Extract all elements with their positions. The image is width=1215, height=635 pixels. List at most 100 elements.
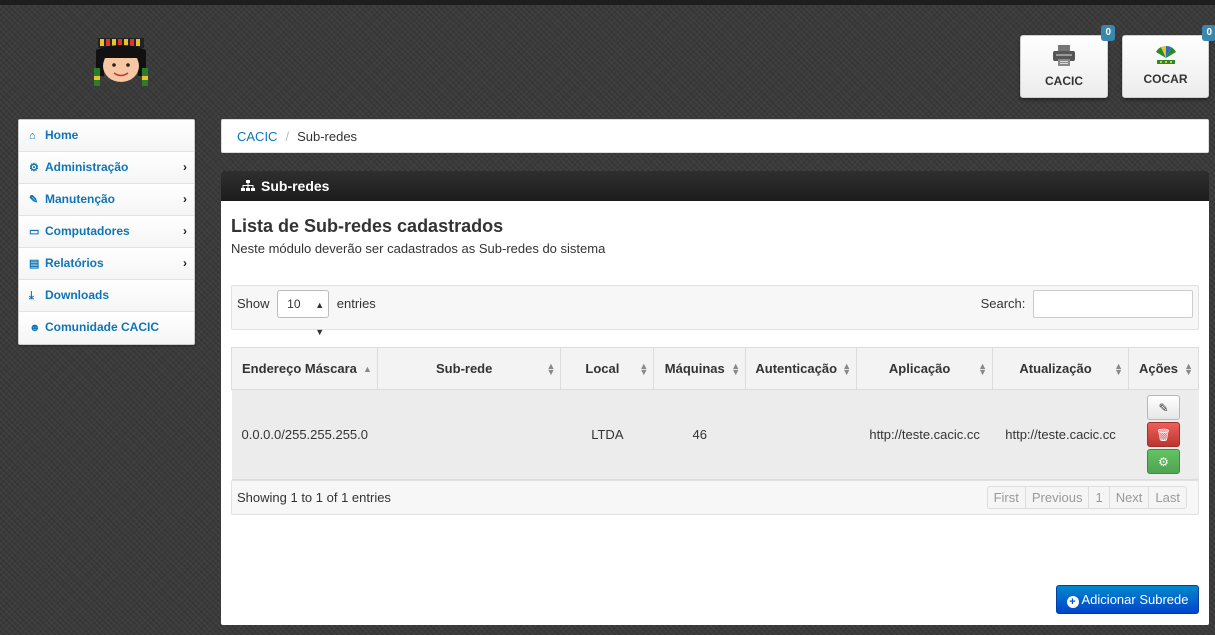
sidebar-item-label: Home — [45, 128, 79, 142]
chevron-right-icon: › — [183, 160, 187, 174]
sidebar-item-comunidade[interactable]: ☻ Comunidade CACIC — [19, 312, 194, 344]
column-header-label: Sub-rede — [436, 360, 493, 376]
home-icon: ⌂ — [29, 130, 36, 142]
trash-icon: 🗑 — [1155, 428, 1172, 442]
column-header-label: Atualização — [1019, 360, 1092, 376]
column-header-label: Autenticação — [755, 360, 838, 376]
table-header-row: Endereço Máscara ▲ Sub-rede ▲ ▼ Local ▲ ▼ Máq… — [231, 347, 1200, 390]
edit-button[interactable]: ✎ — [1146, 395, 1180, 420]
sidebar-item-label: Manutenção — [45, 192, 116, 206]
cacic-tile-button[interactable]: 0 CACIC — [1020, 25, 1115, 98]
entries-length-control: Show 10 ▲ ▼ entries — [237, 290, 376, 337]
cell-endereco-mascara: 0.0.0.0/255.255.255.0 — [231, 389, 378, 480]
length-label-before: Show — [237, 296, 270, 311]
pagination-page-1[interactable]: 1 — [1089, 486, 1110, 509]
entries-per-page-select[interactable]: 10 ▲ ▼ — [277, 290, 330, 337]
length-label-after: entries — [336, 296, 376, 311]
cocar-logo-icon — [1155, 45, 1176, 64]
datatable-toolbar: Show 10 ▲ ▼ entries Search: — [231, 285, 1199, 337]
column-header-label: Local — [585, 360, 620, 376]
pagination-previous[interactable]: Previous — [1025, 486, 1090, 509]
sidebar-item-downloads[interactable]: ⤓ Downloads — [19, 280, 194, 312]
download-icon: ⤓ — [29, 290, 34, 302]
sidebar-item-label: Comunidade CACIC — [45, 320, 159, 334]
cocar-tile-button[interactable]: 0 COCAR — [1122, 25, 1215, 98]
main-panel: Sub-redes Lista de Sub-redes cadastrados… — [221, 171, 1209, 625]
datatable-footer: Showing 1 to 1 of 1 entries First Previo… — [231, 480, 1199, 515]
sidebar-item-relatorios[interactable]: ▤ Relatórios › — [19, 248, 194, 280]
column-header-label: Ações — [1138, 360, 1178, 376]
desktop-icon: ▭ — [29, 226, 40, 238]
entries-per-page-value: 10 — [287, 297, 301, 311]
table-row: 0.0.0.0/255.255.255.0 LTDA 46 http://tes… — [231, 389, 1199, 480]
search-label: Search: — [980, 296, 1026, 311]
breadcrumb-separator: / — [285, 129, 290, 144]
sort-both-icon: ▲ ▼ — [978, 360, 988, 377]
column-header-maquinas[interactable]: Máquinas ▲ ▼ — [653, 347, 747, 390]
cell-autenticacao — [745, 389, 857, 480]
sidebar-item-label: Relatórios — [45, 256, 104, 270]
column-header-label: Aplicação — [888, 360, 951, 376]
book-icon: ▤ — [29, 258, 40, 270]
delete-button[interactable]: 🗑 — [1146, 422, 1180, 447]
sidebar-item-administracao[interactable]: ⚙ Administração › — [19, 152, 194, 184]
subnets-table: Endereço Máscara ▲ Sub-rede ▲ ▼ Local ▲ ▼ Máq… — [231, 347, 1200, 480]
plus-circle-icon: + — [1066, 596, 1079, 608]
breadcrumb-current: Sub-redes — [297, 129, 358, 144]
pagination-next[interactable]: Next — [1109, 486, 1150, 509]
column-header-local[interactable]: Local ▲ ▼ — [560, 347, 655, 390]
column-header-label: Endereço Máscara — [242, 360, 357, 376]
pagination-last[interactable]: Last — [1149, 486, 1187, 509]
gears-icon: ⚙ — [29, 162, 39, 174]
page-title: Lista de Sub-redes cadastrados — [231, 216, 504, 236]
page-description: Neste módulo deverão ser cadastrados as … — [231, 241, 606, 256]
sidebar-item-label: Computadores — [45, 224, 130, 238]
cell-sub-rede — [377, 389, 561, 480]
edit-icon: ✎ — [1158, 401, 1169, 415]
cell-aplicacao: http://teste.cacic.cc — [856, 389, 993, 480]
chevron-right-icon: › — [183, 192, 187, 206]
sort-both-icon: ▲ ▼ — [639, 360, 649, 377]
settings-button[interactable]: ⚙ — [1146, 449, 1180, 474]
pagination-first[interactable]: First — [986, 486, 1026, 509]
column-header-endereco-mascara[interactable]: Endereço Máscara ▲ — [231, 347, 378, 390]
add-subnet-label: Adicionar Subrede — [1081, 592, 1189, 607]
column-header-label: Máquinas — [664, 360, 725, 376]
cocar-tile-label: COCAR — [1143, 72, 1188, 86]
column-header-acoes[interactable]: Ações ▲ ▼ — [1127, 347, 1200, 390]
column-header-aplicacao[interactable]: Aplicação ▲ ▼ — [856, 347, 994, 390]
search-input[interactable] — [1033, 290, 1193, 318]
sitemap-icon — [241, 180, 255, 191]
sidebar-item-label: Administração — [45, 160, 129, 174]
breadcrumb-link-cacic[interactable]: CACIC — [237, 129, 277, 144]
cell-local: LTDA — [560, 389, 654, 480]
column-header-sub-rede[interactable]: Sub-rede ▲ ▼ — [376, 347, 562, 390]
top-bar — [0, 0, 1215, 5]
add-subnet-button[interactable]: + Adicionar Subrede — [1056, 585, 1199, 614]
breadcrumb: CACIC / Sub-redes — [221, 119, 1209, 153]
wrench-icon: ✎ — [29, 194, 39, 206]
cell-maquinas: 46 — [653, 389, 746, 480]
search-control: Search: — [981, 290, 1193, 318]
table-info: Showing 1 to 1 of 1 entries — [237, 490, 391, 505]
sidebar-item-computadores[interactable]: ▭ Computadores › — [19, 216, 194, 248]
sidebar-item-home[interactable]: ⌂ Home — [19, 120, 194, 152]
chevron-right-icon: › — [183, 256, 187, 270]
sort-both-icon: ▲ ▼ — [1184, 360, 1193, 377]
sort-both-icon: ▲ ▼ — [731, 360, 741, 377]
users-icon: ☻ — [29, 322, 41, 334]
sort-both-icon: ▲ ▼ — [546, 360, 556, 377]
cacic-logo — [94, 38, 148, 86]
sort-both-icon: ▲ ▼ — [842, 360, 852, 377]
sidebar-item-manutencao[interactable]: ✎ Manutenção › — [19, 184, 194, 216]
cacic-notification-badge: 0 — [1101, 25, 1115, 41]
cell-atualizacao: http://teste.cacic.cc — [992, 389, 1129, 480]
select-arrows-icon: ▲ ▼ — [315, 300, 325, 337]
pagination: First Previous 1 Next Last — [986, 486, 1187, 509]
column-header-atualizacao[interactable]: Atualização ▲ ▼ — [992, 347, 1129, 390]
panel-header: Sub-redes — [221, 171, 1209, 201]
sort-both-icon: ▲ ▼ — [1114, 360, 1123, 377]
gear-icon: ⚙ — [1158, 455, 1169, 469]
column-header-autenticacao[interactable]: Autenticação ▲ ▼ — [745, 347, 858, 390]
chevron-right-icon: › — [183, 224, 187, 238]
